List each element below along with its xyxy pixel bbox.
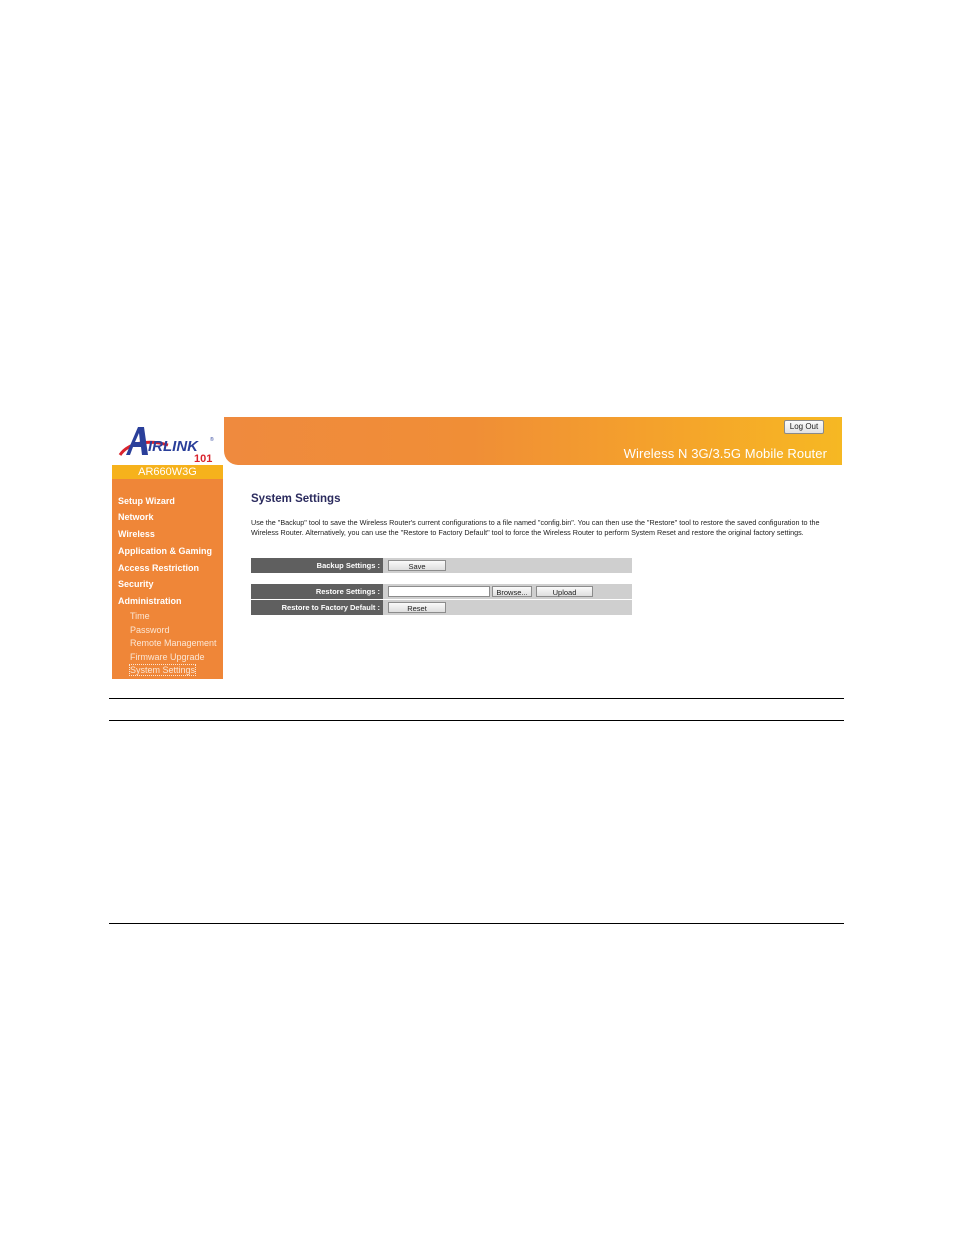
restore-settings-row: Restore Settings : Browse... Upload <box>251 584 632 599</box>
separator-line <box>109 698 844 699</box>
sidebar-subitem-system-settings[interactable]: System Settings <box>128 664 197 676</box>
svg-text:IRLINK: IRLINK <box>148 438 199 455</box>
page-description: Use the "Backup" tool to save the Wirele… <box>251 518 820 537</box>
page-title: System Settings <box>251 493 341 505</box>
logout-button[interactable]: Log Out <box>784 420 824 434</box>
svg-text:101: 101 <box>194 453 212 463</box>
airlink-logo-icon: IRLINK ® 101 <box>118 427 214 463</box>
product-title: Wireless N 3G/3.5G Mobile Router <box>623 446 827 461</box>
factory-default-row: Restore to Factory Default : Reset <box>251 600 632 615</box>
separator-line <box>109 923 844 924</box>
upload-button[interactable]: Upload <box>536 586 593 597</box>
sidebar-item-setup-wizard[interactable]: Setup Wizard <box>118 496 175 506</box>
sidebar-item-access-restriction[interactable]: Access Restriction <box>118 563 199 573</box>
sidebar-item-network[interactable]: Network <box>118 512 154 522</box>
factory-default-label: Restore to Factory Default : <box>251 600 383 615</box>
browse-button[interactable]: Browse... <box>492 586 532 597</box>
sidebar-subitem-firmware-upgrade[interactable]: Firmware Upgrade <box>130 652 205 662</box>
backup-settings-row: Backup Settings : Save <box>251 558 632 573</box>
reset-button[interactable]: Reset <box>388 602 446 613</box>
sidebar-item-application-gaming[interactable]: Application & Gaming <box>118 546 212 556</box>
restore-settings-label: Restore Settings : <box>251 584 383 599</box>
sidebar-item-security[interactable]: Security <box>118 579 154 589</box>
model-name-bar: AR660W3G <box>112 465 223 479</box>
header-banner: Log Out Wireless N 3G/3.5G Mobile Router <box>224 417 842 465</box>
sidebar-subitem-time[interactable]: Time <box>130 611 150 621</box>
svg-text:®: ® <box>210 436 214 443</box>
separator-line <box>109 720 844 721</box>
airlink-logo: IRLINK ® 101 <box>112 417 224 465</box>
sidebar-subitem-remote-management[interactable]: Remote Management <box>130 638 217 648</box>
sidebar-subitem-password[interactable]: Password <box>130 625 170 635</box>
save-button[interactable]: Save <box>388 560 446 571</box>
backup-settings-label: Backup Settings : <box>251 558 383 573</box>
restore-file-input[interactable] <box>388 586 490 597</box>
sidebar-item-administration[interactable]: Administration <box>118 596 182 606</box>
sidebar-nav: Setup Wizard Network Wireless Applicatio… <box>112 479 223 679</box>
sidebar-item-wireless[interactable]: Wireless <box>118 529 155 539</box>
